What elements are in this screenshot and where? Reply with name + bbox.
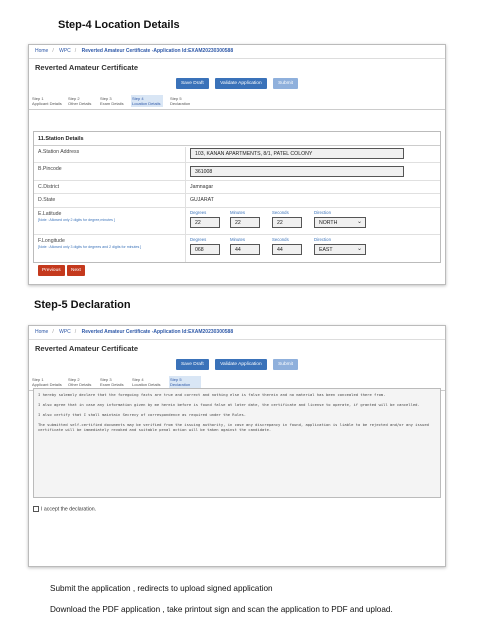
page-title: Reverted Amateur Certificate xyxy=(35,63,139,72)
row-district: C.District Jamnagar xyxy=(34,181,440,194)
lon-direction-value: EAST xyxy=(319,247,333,253)
tab-step-name: Applicant Details xyxy=(32,382,62,387)
chevron-down-icon: ⌄ xyxy=(356,219,362,225)
latitude-label: E.Latitude xyxy=(38,211,62,217)
address-label: A.Station Address xyxy=(38,149,80,155)
declaration-paragraph: I also certify that I shall maintain Sec… xyxy=(38,412,247,417)
row-longitude: F.Longitude [Note : Allowed only 3 digit… xyxy=(34,235,440,261)
tab-step-name: Location Details xyxy=(132,101,161,106)
pincode-input[interactable]: 361008 xyxy=(190,166,404,177)
breadcrumb-home[interactable]: Home xyxy=(35,329,48,335)
accept-declaration-label: I accept the declaration. xyxy=(41,506,97,513)
tab-step5[interactable]: Step 5 Declaration xyxy=(169,95,201,107)
instruction-download: Download the PDF application , take prin… xyxy=(50,605,393,614)
section-title: 11.Station Details xyxy=(34,132,440,146)
breadcrumb-wpc[interactable]: WPC xyxy=(59,48,71,54)
lat-direction-label: Direction xyxy=(314,210,331,215)
tab-step-name: Declaration xyxy=(170,382,191,387)
tab-step-name: Exam Details xyxy=(100,101,124,106)
chevron-down-icon: ⌄ xyxy=(356,246,362,252)
declaration-paragraph: I also agree that in case any informatio… xyxy=(38,402,420,407)
district-value: Jamnagar xyxy=(190,184,214,190)
longitude-note: [Note : Allowed only 3 digits for degree… xyxy=(38,245,142,249)
lat-direction-value: NORTH xyxy=(319,220,338,226)
district-label: C.District xyxy=(38,184,60,190)
lat-minutes-label: Minutes xyxy=(230,210,246,215)
tab-step2[interactable]: Step 2 Other Details xyxy=(67,95,99,107)
breadcrumb-current: Reverted Amateur Certificate -Applicatio… xyxy=(81,329,234,335)
lon-seconds-label: Seconds xyxy=(272,237,289,242)
breadcrumb-current: Reverted Amateur Certificate -Applicatio… xyxy=(81,48,234,54)
station-details-section: 11.Station Details A.Station Address 103… xyxy=(33,131,441,263)
submit-button[interactable]: Submit xyxy=(273,359,299,370)
breadcrumb: Home / WPC / Reverted Amateur Certificate … xyxy=(29,326,445,340)
tab-step-name: Exam Details xyxy=(100,382,124,387)
checkbox-icon xyxy=(33,506,39,512)
tab-step-name: Other Details xyxy=(68,101,92,106)
state-label: D.State xyxy=(38,197,56,203)
declaration-panel: Home / WPC / Reverted Amateur Certificate … xyxy=(28,325,446,567)
tab-step3[interactable]: Step 3 Exam Details xyxy=(99,376,131,388)
lon-degrees-label: Degrees xyxy=(190,237,207,242)
declaration-paragraph: I hereby solemnly declare that the foreg… xyxy=(38,392,386,397)
lon-direction-select[interactable]: EAST ⌄ xyxy=(314,244,366,255)
submit-button[interactable]: Submit xyxy=(273,78,299,89)
tab-step5[interactable]: Step 5 Declaration xyxy=(169,376,201,388)
tab-step-name: Applicant Details xyxy=(32,101,62,106)
lat-minutes-input[interactable]: 22 xyxy=(230,217,260,228)
tab-step1[interactable]: Step 1 Applicant Details xyxy=(31,95,63,107)
lat-direction-select[interactable]: NORTH ⌄ xyxy=(314,217,366,228)
lat-degrees-label: Degrees xyxy=(190,210,207,215)
tab-step-name: Location Details xyxy=(132,382,161,387)
save-draft-button[interactable]: Save Draft xyxy=(175,78,209,89)
declaration-paragraph: The submitted self-certified documents m… xyxy=(38,422,429,432)
lat-seconds-input[interactable]: 22 xyxy=(272,217,302,228)
tab-step-name: Declaration xyxy=(170,101,191,106)
breadcrumb-home[interactable]: Home xyxy=(35,48,48,54)
lon-seconds-input[interactable]: 44 xyxy=(272,244,302,255)
step4-heading: Step-4 Location Details xyxy=(58,19,180,31)
breadcrumb-wpc[interactable]: WPC xyxy=(59,329,71,335)
tab-step-name: Other Details xyxy=(68,382,92,387)
validate-application-button[interactable]: Validate Application xyxy=(215,78,267,89)
latitude-note: [Note : Allowed only 2 digits for degree… xyxy=(38,218,115,222)
station-address-input[interactable]: 103, KANAN APARTMENTS, 8/1, PATEL COLONY xyxy=(190,148,404,159)
lon-degrees-input[interactable]: 068 xyxy=(190,244,220,255)
pincode-label: B.Pincode xyxy=(38,166,62,172)
lon-minutes-label: Minutes xyxy=(230,237,246,242)
state-value: GUJARAT xyxy=(190,197,214,203)
lon-minutes-input[interactable]: 44 xyxy=(230,244,260,255)
page-title: Reverted Amateur Certificate xyxy=(35,344,139,353)
step5-heading: Step-5 Declaration xyxy=(34,299,131,311)
tab-step2[interactable]: Step 2 Other Details xyxy=(67,376,99,388)
next-button[interactable]: Next xyxy=(67,265,85,276)
breadcrumb: Home / WPC / Reverted Amateur Certificate … xyxy=(29,45,445,59)
longitude-label: F.Longitude xyxy=(38,238,65,244)
accept-declaration-checkbox[interactable]: I accept the declaration. xyxy=(33,506,96,512)
step-tabs: Step 1 Applicant Details Step 2 Other Deta… xyxy=(29,95,445,110)
tab-step4[interactable]: Step 4 Location Details xyxy=(131,376,163,388)
row-address: A.Station Address 103, KANAN APARTMENTS,… xyxy=(34,146,440,163)
row-latitude: E.Latitude [Note : Allowed only 2 digits… xyxy=(34,208,440,235)
lat-degrees-input[interactable]: 22 xyxy=(190,217,220,228)
instruction-submit: Submit the application , redirects to up… xyxy=(50,584,273,593)
location-details-panel: Home / WPC / Reverted Amateur Certificate … xyxy=(28,44,446,285)
row-pincode: B.Pincode 361008 xyxy=(34,163,440,181)
validate-application-button[interactable]: Validate Application xyxy=(215,359,267,370)
tab-step1[interactable]: Step 1 Applicant Details xyxy=(31,376,63,388)
lon-direction-label: Direction xyxy=(314,237,331,242)
tab-step3[interactable]: Step 3 Exam Details xyxy=(99,95,131,107)
lat-seconds-label: Seconds xyxy=(272,210,289,215)
row-state: D.State GUJARAT xyxy=(34,194,440,208)
save-draft-button[interactable]: Save Draft xyxy=(175,359,209,370)
previous-button[interactable]: Previous xyxy=(38,265,65,276)
tab-step4[interactable]: Step 4 Location Details xyxy=(131,95,163,107)
declaration-text-box: I hereby solemnly declare that the foreg… xyxy=(33,388,441,498)
